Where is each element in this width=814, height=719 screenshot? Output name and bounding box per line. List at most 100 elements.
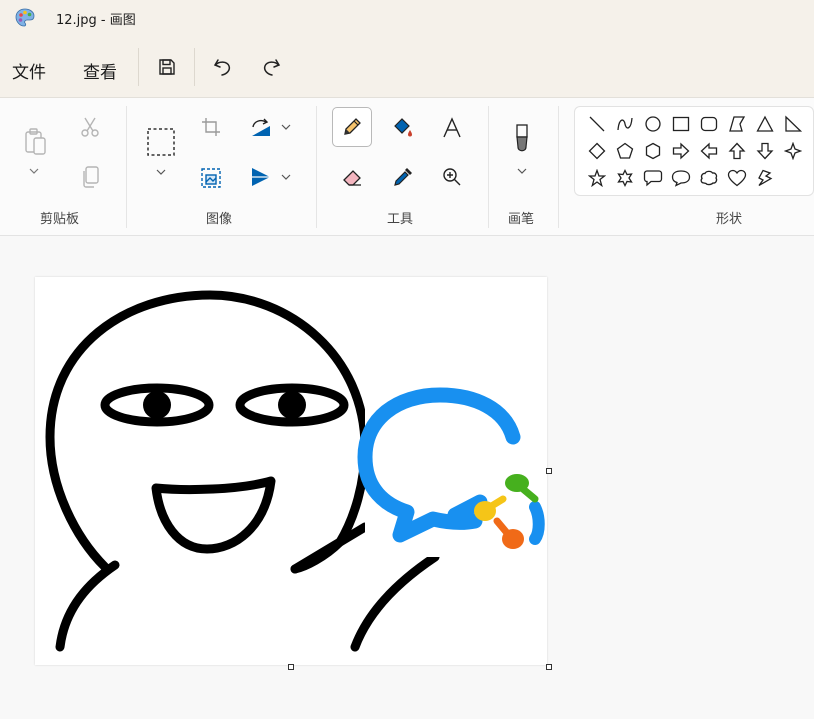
title-bar: 12.jpg - 画图 <box>0 0 814 38</box>
paint-app-icon <box>15 8 35 27</box>
polygon-icon <box>729 116 746 132</box>
lightning-icon <box>758 169 773 187</box>
five-point-star-icon <box>588 169 606 187</box>
triangle-shape[interactable] <box>752 111 778 137</box>
right-triangle-icon <box>785 115 802 132</box>
paste-button[interactable] <box>20 125 50 159</box>
pentagon-shape[interactable] <box>612 138 638 164</box>
shapes-gallery <box>574 106 814 196</box>
group-label-brushes: 画笔 <box>508 212 535 227</box>
heart-icon <box>727 169 747 187</box>
group-label-clipboard: 剪贴板 <box>40 212 80 227</box>
drawing-canvas[interactable] <box>35 277 547 665</box>
lightning-shape[interactable] <box>752 165 778 191</box>
hexagon-shape[interactable] <box>640 138 666 164</box>
select-button[interactable] <box>145 126 177 158</box>
magnifier-tool[interactable] <box>438 163 466 191</box>
undo-icon <box>213 59 231 76</box>
hexagon-icon <box>645 142 661 160</box>
rotate-button[interactable] <box>248 115 274 139</box>
zoom-in-icon <box>443 168 461 186</box>
divider <box>126 106 127 228</box>
resize-handle-right[interactable] <box>546 468 552 474</box>
menu-file[interactable]: 文件 <box>12 58 46 83</box>
polygon-shape[interactable] <box>724 111 750 137</box>
diamond-icon <box>588 142 606 160</box>
oval-shape[interactable] <box>640 111 666 137</box>
redo-icon <box>263 59 281 76</box>
select-dropdown[interactable] <box>154 166 168 178</box>
divider <box>194 48 195 86</box>
color-picker-tool[interactable] <box>389 163 417 191</box>
four-point-star-shape[interactable] <box>780 138 806 164</box>
rotate-dropdown[interactable] <box>279 122 293 132</box>
heart-shape[interactable] <box>724 165 750 191</box>
down-arrow-shape[interactable] <box>752 138 778 164</box>
oval-callout-shape[interactable] <box>668 165 694 191</box>
rotate-icon <box>252 118 270 136</box>
diamond-shape[interactable] <box>584 138 610 164</box>
rounded-rectangle-shape[interactable] <box>696 111 722 137</box>
text-icon <box>443 117 461 138</box>
rectangle-shape[interactable] <box>668 111 694 137</box>
line-icon <box>589 116 605 132</box>
text-tool[interactable] <box>438 114 466 142</box>
group-label-tools: 工具 <box>387 212 414 227</box>
rounded-rectangle-icon <box>700 116 718 132</box>
resize-button[interactable] <box>198 165 224 191</box>
save-icon <box>159 59 175 75</box>
paste-icon <box>25 128 46 155</box>
rectangular-callout-icon <box>643 170 663 187</box>
resize-handle-corner[interactable] <box>546 664 552 670</box>
divider <box>138 48 139 86</box>
save-button[interactable] <box>151 52 183 82</box>
divider <box>558 106 559 228</box>
triangle-icon <box>756 115 774 132</box>
arrow-up-icon <box>728 142 746 160</box>
divider <box>488 106 489 228</box>
curve-shape[interactable] <box>612 111 638 137</box>
eraser-tool[interactable] <box>338 163 366 191</box>
oval-icon <box>645 116 661 132</box>
menu-bar: 文件 查看 <box>0 38 814 98</box>
resize-image-icon <box>201 168 221 188</box>
brushes-button[interactable] <box>508 122 536 158</box>
resize-handle-bottom[interactable] <box>288 664 294 670</box>
arrow-right-icon <box>672 142 690 160</box>
right-triangle-shape[interactable] <box>780 111 806 137</box>
copy-button[interactable] <box>78 164 102 190</box>
redo-button[interactable] <box>255 52 287 82</box>
right-arrow-shape[interactable] <box>668 138 694 164</box>
brushes-dropdown[interactable] <box>515 166 529 176</box>
oval-callout-icon <box>671 170 691 187</box>
group-label-shapes: 形状 <box>716 212 743 227</box>
chevron-down-icon <box>29 168 39 174</box>
group-label-image: 图像 <box>206 212 233 227</box>
five-point-star-shape[interactable] <box>584 165 610 191</box>
scissors-icon <box>81 117 99 137</box>
drawn-image <box>45 290 547 652</box>
brush-icon <box>516 124 528 152</box>
flip-button[interactable] <box>248 165 274 189</box>
cut-button[interactable] <box>78 115 102 139</box>
divider <box>316 106 317 228</box>
up-arrow-shape[interactable] <box>724 138 750 164</box>
paste-dropdown[interactable] <box>26 164 42 178</box>
eraser-icon <box>343 170 361 186</box>
line-shape[interactable] <box>584 111 610 137</box>
rectangular-callout-shape[interactable] <box>640 165 666 191</box>
undo-button[interactable] <box>207 52 239 82</box>
fill-tool[interactable] <box>389 114 417 142</box>
menu-view[interactable]: 查看 <box>83 58 117 83</box>
cloud-callout-shape[interactable] <box>696 165 722 191</box>
rectangle-icon <box>672 116 690 132</box>
left-arrow-shape[interactable] <box>696 138 722 164</box>
window-title: 12.jpg - 画图 <box>56 13 136 28</box>
chevron-down-icon <box>281 174 291 180</box>
crop-button[interactable] <box>199 115 223 139</box>
eyedropper-icon <box>394 168 412 186</box>
flip-dropdown[interactable] <box>279 172 293 182</box>
six-point-star-shape[interactable] <box>612 165 638 191</box>
arrow-down-icon <box>756 142 774 160</box>
pencil-tool[interactable] <box>338 113 366 141</box>
